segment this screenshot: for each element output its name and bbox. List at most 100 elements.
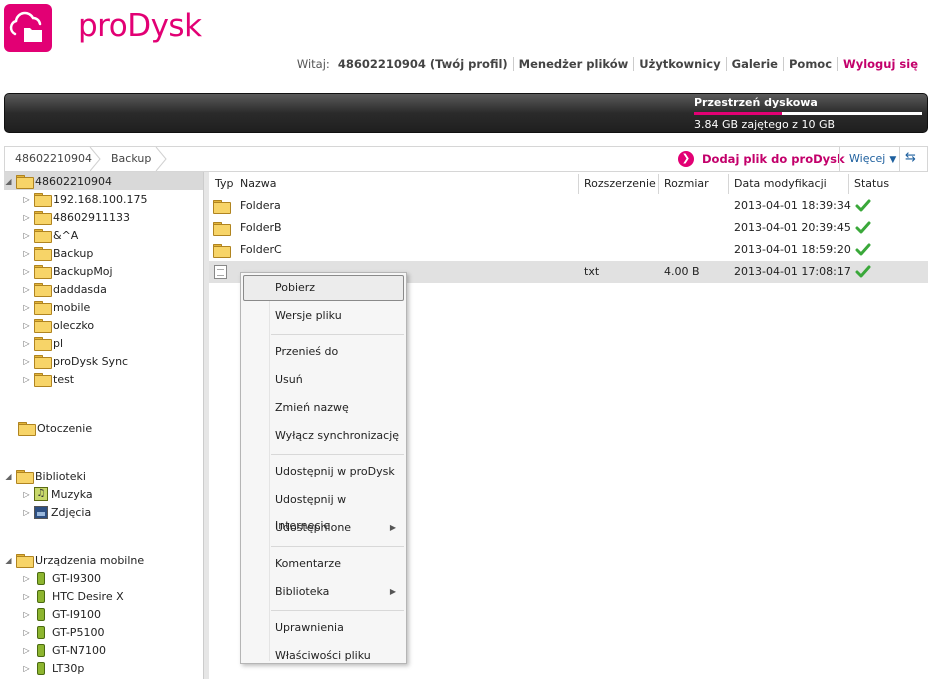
expand-icon[interactable]: ▷ (22, 375, 31, 384)
expand-icon[interactable]: ▷ (22, 490, 31, 499)
expand-icon[interactable]: ▷ (22, 664, 31, 673)
tree-library-photos[interactable]: ▷ Zdjęcia (22, 503, 91, 521)
tree-mobile-device[interactable]: ▷ HTC Desire X (22, 587, 124, 605)
column-status[interactable]: Status (850, 174, 889, 194)
expand-icon[interactable]: ▷ (22, 267, 31, 276)
tree-label: GT-I9300 (52, 571, 102, 585)
expand-icon[interactable]: ▷ (22, 303, 31, 312)
tree-library-music[interactable]: ▷ ♫ Muzyka (22, 485, 93, 503)
tree-libraries[interactable]: ◢ Biblioteki (4, 467, 86, 485)
column-modified[interactable]: Data modyfikacji (730, 174, 827, 194)
storage-bar: Przestrzeń dyskowa 3.84 GB zajętego z 10… (4, 93, 928, 133)
context-menu-item[interactable]: Wyłącz synchronizację (243, 423, 404, 449)
context-menu-item[interactable]: Udostępnij w Internecie (243, 487, 404, 532)
context-menu-item[interactable]: Zmień nazwę (243, 395, 404, 421)
expand-icon[interactable]: ▷ (22, 508, 31, 517)
expand-icon[interactable]: ▷ (22, 574, 31, 583)
expand-icon[interactable]: ▷ (22, 285, 31, 294)
tree-environment[interactable]: Otoczenie (18, 419, 92, 437)
tree-folder[interactable]: ▷ mobile (22, 298, 90, 316)
tree-label: &^A (53, 228, 79, 242)
expand-icon[interactable]: ▷ (22, 357, 31, 366)
tree-label: oleczko (53, 318, 95, 332)
file-row[interactable]: FolderB 2013-04-01 20:39:45 (209, 217, 928, 239)
storage-label: Przestrzeń dyskowa (694, 96, 818, 109)
tree-mobile-device[interactable]: ▷ LT30p (22, 659, 84, 677)
expand-icon[interactable]: ▷ (22, 628, 31, 637)
expand-icon[interactable]: ▷ (22, 610, 31, 619)
folder-icon (34, 337, 52, 351)
tree-folder[interactable]: ▷ 48602911133 (22, 208, 130, 226)
file-row[interactable]: FolderC 2013-04-01 18:59:20 (209, 239, 928, 261)
file-modified: 2013-04-01 18:39:34 (734, 199, 851, 212)
tree-folder[interactable]: ▷ Backup (22, 244, 93, 262)
breadcrumb: 48602210904 Backup ❯ Dodaj plik do proDy… (4, 146, 928, 172)
context-menu-item[interactable]: Udostępnij w proDysk (243, 459, 404, 485)
tree-mobile-device[interactable]: ▷ GT-N7100 (22, 641, 106, 659)
nav-help[interactable]: Pomoc (789, 57, 832, 71)
chevron-down-icon: ▼ (889, 155, 897, 165)
breadcrumb-root[interactable]: 48602210904 (15, 147, 92, 171)
file-name: Foldera (240, 199, 281, 212)
collapse-icon[interactable]: ◢ (4, 177, 13, 186)
tree-folder[interactable]: ▷ test (22, 370, 74, 388)
context-menu-item[interactable]: Pobierz (243, 275, 404, 301)
tree-folder[interactable]: ▷ BackupMoj (22, 262, 113, 280)
tree-folder[interactable]: ▷ 192.168.100.175 (22, 190, 147, 208)
tree-folder[interactable]: ▷ &^A (22, 226, 78, 244)
collapse-icon[interactable]: ◢ (4, 556, 13, 565)
folder-icon (213, 200, 231, 214)
expand-icon[interactable]: ▷ (22, 339, 31, 348)
context-menu-item[interactable]: Komentarze (243, 551, 404, 577)
logout-link[interactable]: Wyloguj się (843, 57, 918, 71)
app-logo[interactable] (4, 4, 52, 52)
nav-galleries[interactable]: Galerie (732, 57, 778, 71)
profile-link[interactable]: 48602210904 (Twój profil) (338, 57, 508, 71)
file-row[interactable]: Foldera 2013-04-01 18:39:34 (209, 195, 928, 217)
expand-icon[interactable]: ▷ (22, 592, 31, 601)
context-menu-item[interactable]: Wersje pliku (243, 303, 404, 329)
tree-folder[interactable]: ▷ pl (22, 334, 63, 352)
nav-file-manager[interactable]: Menedżer plików (519, 57, 629, 71)
folder-icon (213, 222, 231, 236)
app-title: proDysk (78, 8, 202, 44)
add-file-button[interactable]: ❯ Dodaj plik do proDysk (678, 147, 845, 171)
expand-icon[interactable]: ▷ (22, 249, 31, 258)
context-menu-item[interactable]: Usuń (243, 367, 404, 393)
tree-folder[interactable]: ▷ daddasda (22, 280, 107, 298)
tree-mobile-device[interactable]: ▷ GT-I9300 (22, 569, 101, 587)
tree-label: Backup (53, 246, 94, 260)
tree-label: 48602911133 (53, 210, 130, 224)
more-menu-button[interactable]: Więcej ▼ (849, 147, 896, 171)
tree-mobile-devices[interactable]: ◢ Urządzenia mobilne (4, 551, 144, 569)
tree-mobile-device[interactable]: ▷ GT-P5100 (22, 623, 104, 641)
file-extension: txt (584, 265, 600, 278)
column-type[interactable]: Typ (211, 174, 234, 194)
expand-icon[interactable]: ▷ (22, 231, 31, 240)
tree-label: BackupMoj (53, 264, 113, 278)
expand-icon[interactable]: ▷ (22, 195, 31, 204)
tree-root[interactable]: ◢ 48602210904 (4, 172, 203, 190)
sync-icon[interactable]: ⇆ (905, 150, 916, 165)
context-menu-item[interactable]: Właściwości pliku (243, 643, 404, 669)
tree-folder[interactable]: ▷ proDysk Sync (22, 352, 128, 370)
expand-icon[interactable]: ▷ (22, 321, 31, 330)
column-extension[interactable]: Rozszerzenie (580, 174, 656, 194)
context-menu-item[interactable]: Uprawnienia (243, 615, 404, 641)
tree-label: proDysk Sync (53, 354, 129, 368)
tree-mobile-device[interactable]: ▷ GT-I9100 (22, 605, 101, 623)
context-menu-item[interactable]: Biblioteka ▶ (243, 579, 404, 605)
column-name[interactable]: Nazwa (236, 174, 276, 194)
context-menu-item[interactable]: Udostępnione ▶ (243, 515, 404, 541)
context-menu-item[interactable]: Przenieś do (243, 339, 404, 365)
expand-icon[interactable]: ▷ (22, 646, 31, 655)
tree-folder[interactable]: ▷ oleczko (22, 316, 94, 334)
nav-users[interactable]: Użytkownicy (639, 57, 720, 71)
storage-info: Przestrzeń dyskowa 3.84 GB zajętego z 10… (694, 96, 922, 131)
collapse-icon[interactable]: ◢ (4, 472, 13, 481)
breadcrumb-backup[interactable]: Backup (111, 147, 151, 171)
expand-icon[interactable]: ▷ (22, 213, 31, 222)
storage-progress (694, 112, 922, 115)
folder-icon (34, 283, 52, 297)
column-size[interactable]: Rozmiar (660, 174, 709, 194)
